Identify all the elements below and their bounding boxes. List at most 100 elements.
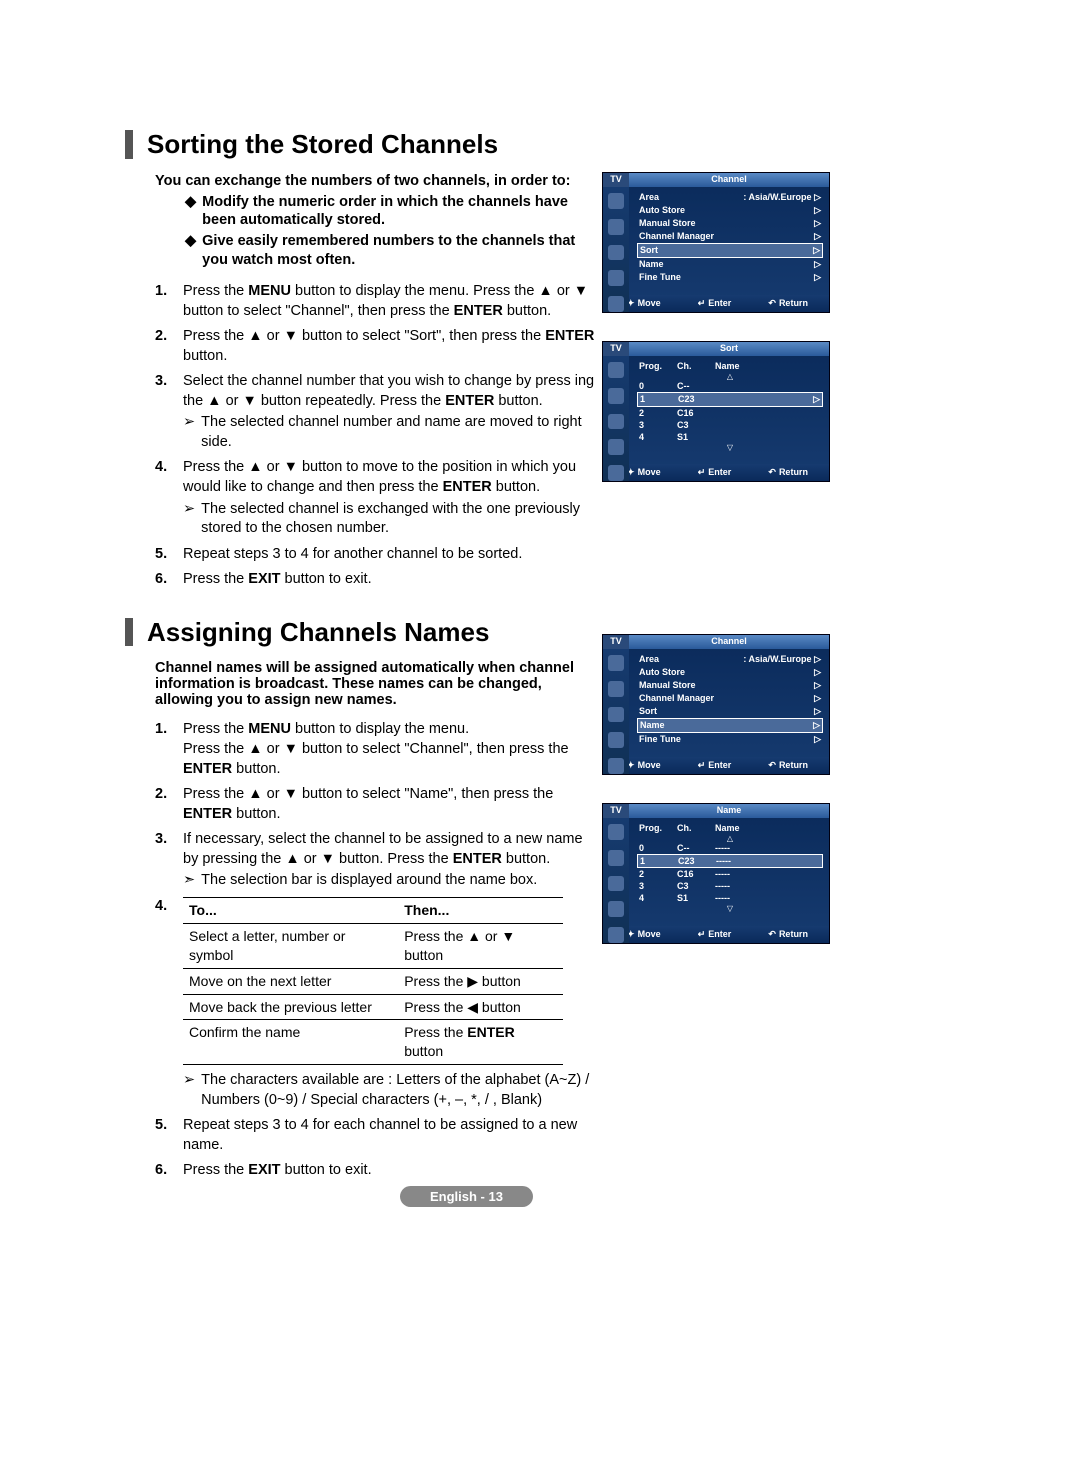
osd-channel-name: TVChannel Area: Asia/W.Europe ▷ Auto Sto… (602, 634, 830, 775)
osd-item: Auto Store (639, 667, 685, 678)
action-table: To...Then... Select a letter, number or … (183, 897, 563, 1065)
triangle-right-icon: ▷ (814, 734, 821, 745)
osd-nav-enter: ↵Enter (695, 760, 732, 771)
osd-tablabel-tv: TV (603, 804, 629, 818)
triangle-right-icon: ▷ (814, 259, 821, 270)
sub-text: The selected channel number and name are… (201, 413, 599, 452)
osd-tablabel-tv: TV (603, 342, 629, 356)
step-body: Press the ▲ or ▼ button to move to the p… (183, 458, 599, 538)
osd-nav-return: ↶Return (765, 929, 808, 940)
bullet-text: Modify the numeric order in which the ch… (202, 193, 585, 231)
step-body: Repeat steps 3 to 4 for each channel to … (183, 1116, 599, 1155)
osd-value: : Asia/W.Europe (743, 192, 811, 202)
osd-side-icons (603, 649, 629, 774)
triangle-down-icon: ▽ (637, 443, 823, 451)
osd-item: Channel Manager (639, 693, 714, 704)
osd-item: Sort (639, 706, 657, 717)
osd-item: Area (639, 654, 659, 665)
osd-col-prog: Prog. (639, 823, 677, 833)
osd-nav-enter: ↵Enter (695, 298, 732, 309)
step-body: Repeat steps 3 to 4 for another channel … (183, 545, 599, 565)
osd-nav-enter: ↵Enter (695, 929, 732, 940)
triangle-right-icon: ▷ (813, 720, 820, 731)
intro-assigning: Channel names will be assigned automatic… (155, 660, 585, 708)
osd-title: Name (629, 804, 829, 818)
table-header-to: To... (183, 897, 398, 923)
osd-item: Channel Manager (639, 231, 714, 242)
step-body: Press the MENU button to display the men… (183, 282, 599, 321)
osd-nav-move: ✦Move (624, 929, 661, 940)
table-row: Move back the previous letterPress the ◀… (183, 994, 563, 1020)
result-arrow-icon: ➣ (183, 871, 195, 891)
intro-sorting: You can exchange the numbers of two chan… (155, 173, 595, 189)
step-body: Select the channel number that you wish … (183, 372, 599, 452)
triangle-right-icon: ▷ (814, 693, 821, 704)
triangle-right-icon: ▷ (814, 231, 821, 242)
osd-side-icons (603, 356, 629, 481)
osd-nav-return: ↶Return (765, 760, 808, 771)
diamond-icon: ◆ (185, 232, 196, 270)
osd-item: Manual Store (639, 680, 696, 691)
sub-text: The selection bar is displayed around th… (201, 871, 537, 891)
osd-item: Fine Tune (639, 272, 681, 283)
triangle-right-icon: ▷ (813, 245, 820, 256)
osd-title: Channel (629, 635, 829, 649)
osd-nav-return: ↶Return (765, 467, 808, 478)
step-body: Press the EXIT button to exit. (183, 570, 599, 590)
triangle-right-icon: ▷ (814, 205, 821, 216)
sub-text: The selected channel is exchanged with t… (201, 500, 599, 539)
osd-title: Channel (629, 173, 829, 187)
osd-nav-move: ✦Move (624, 760, 661, 771)
page-footer: English - 13 (400, 1186, 533, 1207)
step-body: Press the ▲ or ▼ button to select "Name"… (183, 785, 599, 824)
osd-name-list: TVName Prog.Ch.Name △ 0C------- 1C23----… (602, 803, 830, 944)
step-body: Press the ▲ or ▼ button to select "Sort"… (183, 327, 599, 366)
diamond-icon: ◆ (185, 193, 196, 231)
table-row: Confirm the namePress the ENTER button (183, 1020, 563, 1065)
table-row: Move on the next letterPress the ▶ butto… (183, 968, 563, 994)
triangle-right-icon: ▷ (814, 272, 821, 283)
osd-item: Fine Tune (639, 734, 681, 745)
section-title-sorting: Sorting the Stored Channels (125, 130, 825, 159)
table-row: Select a letter, number or symbolPress t… (183, 923, 563, 968)
step-body: Press the MENU button to display the men… (183, 720, 599, 779)
osd-nav-move: ✦Move (624, 298, 661, 309)
sub-text: The characters available are : Letters o… (201, 1071, 599, 1110)
osd-nav-move: ✦Move (624, 467, 661, 478)
osd-side-icons (603, 187, 629, 312)
osd-col-name: Name (715, 361, 821, 371)
result-arrow-icon: ➢ (183, 1071, 195, 1110)
osd-sort-list: TVSort Prog.Ch.Name △ 0C-- 1C23▷ 2C16 3C… (602, 341, 830, 482)
step-list-sorting: 1. Press the MENU button to display the … (155, 282, 599, 590)
osd-title: Sort (629, 342, 829, 356)
osd-item-selected: Sort (640, 245, 658, 256)
osd-nav-enter: ↵Enter (695, 467, 732, 478)
osd-channel-sort: TVChannel Area: Asia/W.Europe ▷ Auto Sto… (602, 172, 830, 313)
triangle-right-icon: ▷ (814, 706, 821, 717)
result-arrow-icon: ➢ (183, 413, 195, 452)
table-header-then: Then... (398, 897, 563, 923)
osd-row-selected: 1C23----- (637, 854, 823, 868)
osd-item: Manual Store (639, 218, 696, 229)
osd-col-ch: Ch. (677, 823, 715, 833)
osd-side-icons (603, 818, 629, 943)
triangle-up-icon: △ (637, 372, 823, 380)
step-body: Press the EXIT button to exit. (183, 1161, 599, 1181)
osd-item: Name (639, 259, 664, 270)
step-list-assigning: 1. Press the MENU button to display the … (155, 720, 599, 1181)
osd-tablabel-tv: TV (603, 173, 629, 187)
triangle-right-icon: ▷ (814, 667, 821, 678)
osd-nav-return: ↶Return (765, 298, 808, 309)
triangle-right-icon: ▷ (814, 680, 821, 691)
triangle-up-icon: △ (637, 834, 823, 842)
osd-col-name: Name (715, 823, 821, 833)
step-body: If necessary, select the channel to be a… (183, 830, 599, 891)
osd-item-selected: Name (640, 720, 665, 731)
triangle-down-icon: ▽ (637, 904, 823, 912)
triangle-right-icon: ▷ (814, 218, 821, 229)
step-body: To...Then... Select a letter, number or … (183, 897, 599, 1110)
osd-col-ch: Ch. (677, 361, 715, 371)
osd-value: : Asia/W.Europe (743, 654, 811, 664)
triangle-right-icon: ▷ (814, 192, 821, 202)
osd-row-selected: 1C23▷ (637, 392, 823, 407)
